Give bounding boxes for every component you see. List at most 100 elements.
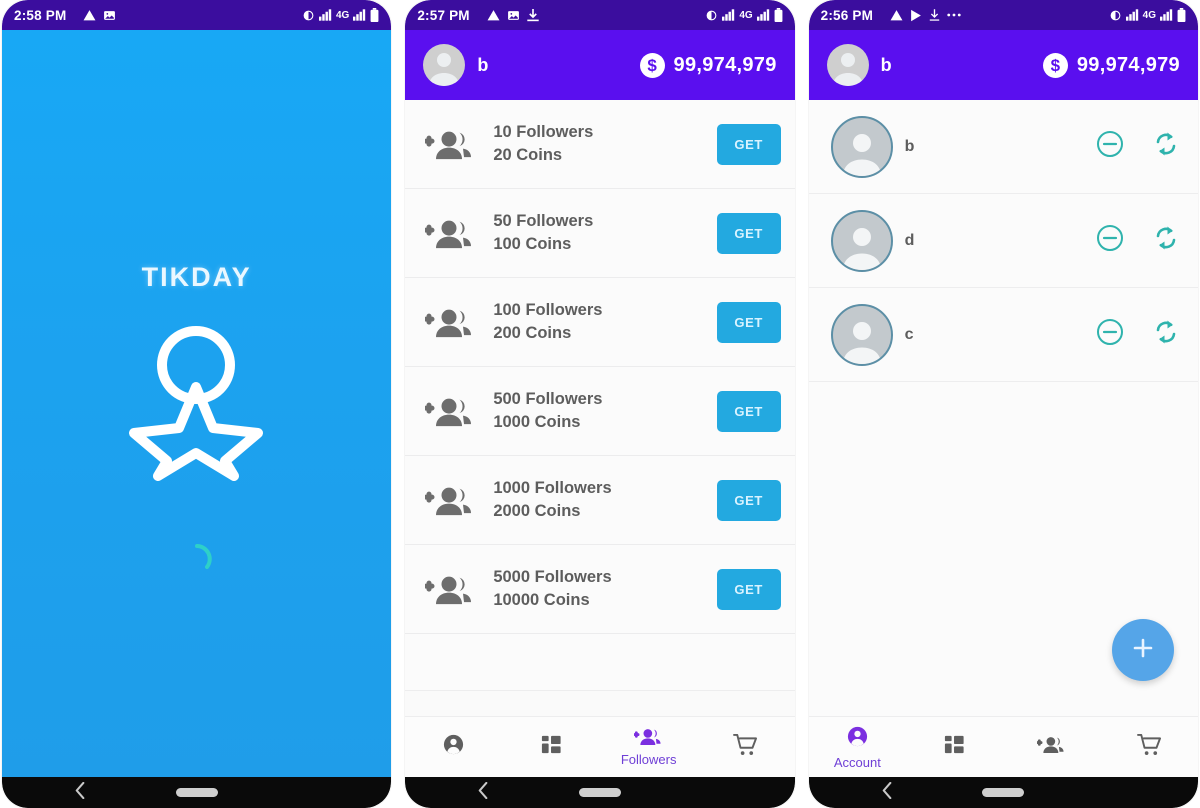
store-row-text: 1000 Followers 2000 Coins bbox=[487, 477, 716, 524]
phone-accounts: 2:56 PM 4G b $ 99,974,979 b d c Account bbox=[808, 0, 1198, 808]
tab-account[interactable] bbox=[405, 733, 502, 761]
status-bar-right: 4G bbox=[302, 8, 379, 22]
status-bar-left: 2:58 PM bbox=[14, 8, 302, 23]
refresh-icon[interactable] bbox=[1152, 130, 1180, 163]
account-row[interactable]: d bbox=[808, 194, 1198, 288]
store-row-text: 5000 Followers 10000 Coins bbox=[487, 566, 716, 613]
home-pill-indicator[interactable] bbox=[175, 788, 218, 797]
followers-package-list: 10 Followers 20 Coins GET 50 Followers 1… bbox=[405, 100, 795, 634]
add-followers-icon bbox=[425, 217, 487, 249]
remove-icon[interactable] bbox=[1096, 130, 1124, 163]
splash-screen: TIKDAY bbox=[2, 30, 392, 777]
coins-price: 20 Coins bbox=[493, 146, 563, 164]
account-row[interactable]: b bbox=[808, 100, 1198, 194]
remove-icon[interactable] bbox=[1096, 224, 1124, 257]
coins-price: 100 Coins bbox=[493, 235, 572, 253]
add-account-fab[interactable] bbox=[1111, 619, 1174, 681]
account-avatar bbox=[830, 209, 893, 272]
android-nav-bar-3 bbox=[808, 777, 1198, 808]
bottom-tab-bar-accounts: Account bbox=[808, 716, 1198, 777]
account-icon bbox=[442, 733, 465, 761]
followers-amount: 10 Followers bbox=[493, 122, 594, 141]
app-bar-store: b $ 99,974,979 bbox=[405, 30, 795, 100]
coins-price: 2000 Coins bbox=[493, 502, 581, 520]
battery-icon bbox=[774, 8, 783, 22]
status-bar-right: 4G bbox=[1109, 8, 1186, 22]
network-type-label: 4G bbox=[1142, 9, 1156, 21]
signal-icon-2 bbox=[1159, 9, 1173, 21]
tab-cart[interactable] bbox=[1101, 733, 1198, 761]
splash-content: TIKDAY bbox=[2, 30, 392, 777]
status-bar-clock: 2:58 PM bbox=[14, 7, 67, 23]
status-bar-store: 2:57 PM 4G bbox=[405, 0, 795, 30]
signal-icon-2 bbox=[756, 9, 770, 21]
phone-splash: 2:58 PM 4G TIKDAY bbox=[2, 0, 392, 808]
download-icon bbox=[527, 8, 539, 22]
get-button[interactable]: GET bbox=[716, 123, 781, 165]
cart-icon bbox=[1136, 733, 1162, 761]
user-avatar[interactable] bbox=[826, 44, 869, 86]
tab-followers[interactable]: Followers bbox=[600, 727, 697, 767]
tab-account[interactable]: Account bbox=[809, 725, 906, 770]
coin-balance-value: 99,974,979 bbox=[673, 53, 777, 76]
account-name: b bbox=[904, 137, 915, 155]
download-icon bbox=[929, 8, 940, 22]
get-button[interactable]: GET bbox=[716, 479, 781, 521]
get-button[interactable]: GET bbox=[716, 390, 781, 432]
warning-icon bbox=[83, 9, 96, 22]
status-bar-right: 4G bbox=[705, 8, 783, 22]
store-row[interactable]: 500 Followers 1000 Coins GET bbox=[405, 367, 795, 456]
account-name: d bbox=[904, 231, 915, 249]
tab-cart[interactable] bbox=[697, 733, 794, 761]
tab-dashboard[interactable] bbox=[503, 733, 600, 761]
user-avatar[interactable] bbox=[423, 44, 466, 86]
loading-spinner bbox=[180, 542, 214, 581]
store-row[interactable]: 5000 Followers 10000 Coins GET bbox=[405, 545, 795, 634]
play-icon bbox=[910, 9, 922, 22]
account-row[interactable]: c bbox=[808, 288, 1198, 382]
account-icon bbox=[846, 725, 869, 753]
followers-amount: 5000 Followers bbox=[493, 567, 612, 586]
account-actions bbox=[1096, 318, 1180, 351]
tab-followers[interactable] bbox=[1003, 735, 1100, 759]
account-username: b bbox=[880, 54, 892, 75]
get-button[interactable]: GET bbox=[716, 212, 781, 254]
status-bar-splash: 2:58 PM 4G bbox=[2, 0, 392, 30]
store-row[interactable]: 1000 Followers 2000 Coins GET bbox=[405, 456, 795, 545]
cart-icon bbox=[733, 733, 758, 761]
back-chevron-icon[interactable] bbox=[881, 781, 894, 804]
app-bar-accounts: b $ 99,974,979 bbox=[808, 30, 1198, 100]
status-bar-clock: 2:56 PM bbox=[820, 7, 874, 23]
store-row[interactable]: 10 Followers 20 Coins GET bbox=[405, 100, 795, 189]
refresh-icon[interactable] bbox=[1152, 224, 1180, 257]
dashboard-icon bbox=[943, 733, 966, 761]
refresh-icon[interactable] bbox=[1152, 318, 1180, 351]
home-pill-indicator[interactable] bbox=[982, 788, 1025, 797]
store-row[interactable]: 50 Followers 100 Coins GET bbox=[405, 189, 795, 278]
add-followers-icon bbox=[425, 484, 487, 516]
store-row-text: 100 Followers 200 Coins bbox=[487, 299, 716, 346]
coins-price: 200 Coins bbox=[493, 324, 572, 342]
tab-dashboard[interactable] bbox=[906, 733, 1003, 761]
account-actions bbox=[1096, 130, 1180, 163]
store-row[interactable]: 100 Followers 200 Coins GET bbox=[405, 278, 795, 367]
status-bar-clock: 2:57 PM bbox=[417, 7, 470, 23]
back-chevron-icon[interactable] bbox=[74, 781, 87, 804]
coin-balance-display: $ 99,974,979 bbox=[1042, 52, 1180, 78]
get-button[interactable]: GET bbox=[716, 301, 781, 343]
followers-amount: 50 Followers bbox=[493, 211, 594, 230]
bottom-tab-bar-store: Followers bbox=[405, 716, 795, 777]
image-icon bbox=[507, 9, 520, 22]
account-avatar bbox=[830, 115, 893, 178]
accounts-screen: b $ 99,974,979 b d c Account bbox=[808, 30, 1198, 777]
back-chevron-icon[interactable] bbox=[477, 781, 490, 804]
home-pill-indicator[interactable] bbox=[578, 788, 621, 797]
more-icon bbox=[947, 12, 961, 18]
star-medal-logo bbox=[129, 321, 264, 486]
remove-icon[interactable] bbox=[1096, 318, 1124, 351]
network-type-label: 4G bbox=[739, 9, 753, 21]
followers-amount: 1000 Followers bbox=[493, 478, 612, 497]
tab-label: Account bbox=[833, 754, 881, 770]
get-button[interactable]: GET bbox=[716, 568, 781, 610]
phone-followers-store: 2:57 PM 4G b $ 99,974,979 10 Followers 2… bbox=[405, 0, 795, 808]
